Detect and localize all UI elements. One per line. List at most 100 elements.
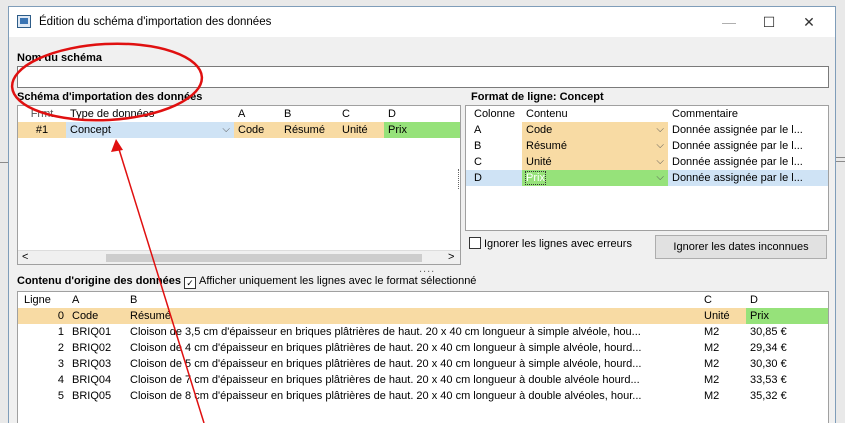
chevron-down-icon[interactable]: ⌵ <box>656 124 664 135</box>
line-number: 1 <box>57 326 64 338</box>
format-content-select[interactable]: Unité ⌵ <box>522 154 668 170</box>
col-header-contenu[interactable]: Contenu <box>522 106 668 122</box>
chevron-down-icon[interactable]: ⌵ <box>656 172 664 183</box>
table-row[interactable]: 2 BRIQ02 Cloison de 4 cm d'épaisseur en … <box>18 340 828 356</box>
cell-b: Cloison de 7 cm d'épaisseur en briques p… <box>130 374 640 386</box>
format-content-select[interactable]: Résumé ⌵ <box>522 138 668 154</box>
chevron-down-icon[interactable]: ⌵ <box>222 124 230 135</box>
background-divider <box>836 161 845 162</box>
cell-d: Prix <box>746 308 828 324</box>
cell-a: Code <box>68 308 126 324</box>
format-comment: Donnée assignée par le l... <box>672 172 803 184</box>
table-row[interactable]: 4 BRIQ04 Cloison de 7 cm d'épaisseur en … <box>18 372 828 388</box>
cell-b: Cloison de 5 cm d'épaisseur en briques p… <box>130 358 642 370</box>
checkbox-box[interactable]: ✓ <box>184 277 197 289</box>
format-comment: Donnée assignée par le l... <box>672 156 803 168</box>
col-header-d[interactable]: D <box>384 106 460 122</box>
scroll-right-icon[interactable]: > <box>448 251 454 263</box>
ignore-errors-label: Ignorer les lignes avec erreurs <box>484 238 632 250</box>
chevron-down-icon[interactable]: ⌵ <box>656 156 664 167</box>
cell-a: BRIQ01 <box>72 326 112 338</box>
schema-name-input[interactable] <box>17 66 829 88</box>
cell-a[interactable]: Code <box>234 122 280 138</box>
col-header-d[interactable]: D <box>746 292 828 308</box>
col-header-commentaire[interactable]: Commentaire <box>668 106 828 122</box>
cell-c: M2 <box>704 342 720 354</box>
window-title: Édition du schéma d'importation des donn… <box>39 16 272 28</box>
splitter-grip[interactable]: .... <box>419 263 435 275</box>
table-row[interactable]: 1 BRIQ01 Cloison de 3,5 cm d'épaisseur e… <box>18 324 828 340</box>
table-row[interactable]: 0 Code Résumé Unité Prix <box>18 308 828 324</box>
frmt-cell: #1 <box>18 122 66 138</box>
cell-d[interactable]: Prix <box>384 122 460 138</box>
ignore-errors-checkbox[interactable]: Ignorer les lignes avec erreurs <box>469 237 632 250</box>
format-content-value: Code <box>526 124 553 136</box>
cell-c[interactable]: Unité <box>338 122 384 138</box>
close-button[interactable]: ✕ <box>789 7 829 37</box>
original-content-table: Ligne A B C D 0 Code Résumé Unité Prix 1… <box>17 291 829 423</box>
data-type-value: Concept <box>70 124 111 136</box>
col-header-a[interactable]: A <box>68 292 126 308</box>
format-comment: Donnée assignée par le l... <box>672 124 803 136</box>
line-number: 3 <box>57 358 64 370</box>
col-header-ligne[interactable]: Ligne <box>18 292 68 308</box>
cell-c: Unité <box>700 308 746 324</box>
import-schema-table: Frmt Type de données A B C D #1 Concept ⌵… <box>17 105 461 265</box>
filter-checkbox[interactable]: ✓ Afficher uniquement les lignes avec le … <box>184 275 477 289</box>
format-col: D <box>474 172 482 184</box>
table-row[interactable]: 5 BRIQ05 Cloison de 8 cm d'épaisseur en … <box>18 388 828 404</box>
line-format-label: Format de ligne: Concept <box>471 91 604 103</box>
format-row[interactable]: A Code ⌵ Donnée assignée par le l... <box>466 122 828 138</box>
checkbox-box[interactable] <box>469 237 481 249</box>
scroll-left-icon[interactable]: < <box>22 251 28 263</box>
col-header-type[interactable]: Type de données <box>66 106 234 122</box>
chevron-down-icon[interactable]: ⌵ <box>656 140 664 151</box>
col-header-frmt[interactable]: Frmt <box>18 106 66 122</box>
format-content-select[interactable]: Code ⌵ <box>522 122 668 138</box>
cell-b[interactable]: Résumé <box>280 122 338 138</box>
col-header-c[interactable]: C <box>700 292 746 308</box>
import-schema-dialog: Édition du schéma d'importation des donn… <box>8 6 836 423</box>
scrollbar-thumb[interactable] <box>106 254 422 262</box>
format-row[interactable]: C Unité ⌵ Donnée assignée par le l... <box>466 154 828 170</box>
cell-d: 29,34 € <box>750 342 787 354</box>
cell-c: M2 <box>704 326 720 338</box>
horizontal-scrollbar[interactable]: < > <box>18 250 460 264</box>
cell-b: Cloison de 4 cm d'épaisseur en briques p… <box>130 342 642 354</box>
col-header-b[interactable]: B <box>280 106 338 122</box>
cell-d: 30,30 € <box>750 358 787 370</box>
line-number: 0 <box>18 308 68 324</box>
line-format-table: Colonne Contenu Commentaire A Code ⌵ Donn… <box>465 105 829 231</box>
cell-b: Résumé <box>126 308 700 324</box>
line-number: 5 <box>57 390 64 402</box>
col-header-colonne[interactable]: Colonne <box>466 106 522 122</box>
title-bar: Édition du schéma d'importation des donn… <box>9 7 835 37</box>
col-header-b[interactable]: B <box>126 292 700 308</box>
col-header-a[interactable]: A <box>234 106 280 122</box>
format-content-select[interactable]: Prix ⌵ <box>522 170 668 186</box>
ignore-dates-button[interactable]: Ignorer les dates inconnues <box>655 235 827 259</box>
background-divider <box>0 162 8 163</box>
schema-row[interactable]: #1 Concept ⌵ Code Résumé Unité Prix <box>18 122 460 138</box>
line-number: 4 <box>57 374 64 386</box>
maximize-button[interactable]: ☐ <box>749 7 789 37</box>
format-row[interactable]: B Résumé ⌵ Donnée assignée par le l... <box>466 138 828 154</box>
format-col: C <box>474 156 482 168</box>
format-row-selected[interactable]: D Prix ⌵ Donnée assignée par le l... <box>466 170 828 186</box>
cell-a: BRIQ02 <box>72 342 112 354</box>
original-content-label: Contenu d'origine des données <box>17 275 181 287</box>
cell-c: M2 <box>704 374 720 386</box>
data-type-select[interactable]: Concept ⌵ <box>66 122 234 138</box>
format-content-value: Résumé <box>526 140 567 152</box>
background-divider <box>836 157 845 158</box>
minimize-button[interactable]: — <box>709 7 749 37</box>
splitter-handle[interactable] <box>458 169 461 189</box>
line-number: 2 <box>57 342 64 354</box>
original-content-header: Contenu d'origine des données ✓ Afficher … <box>17 275 476 289</box>
cell-c: M2 <box>704 390 720 402</box>
cell-a: BRIQ03 <box>72 358 112 370</box>
table-row[interactable]: 3 BRIQ03 Cloison de 5 cm d'épaisseur en … <box>18 356 828 372</box>
format-col: A <box>474 124 482 136</box>
col-header-c[interactable]: C <box>338 106 384 122</box>
filter-label: Afficher uniquement les lignes avec le f… <box>199 275 477 287</box>
